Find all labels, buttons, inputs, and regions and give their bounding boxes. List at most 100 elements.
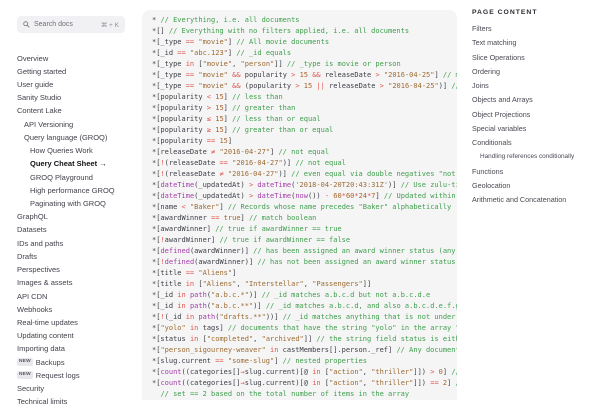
code-token: in — [177, 291, 185, 299]
code-token: == — [207, 137, 215, 145]
code-token: ] — [224, 104, 232, 112]
sidebar-item[interactable]: Query language (GROQ) — [0, 131, 142, 144]
code-token: path — [190, 302, 207, 310]
sidebar-item[interactable]: Drafts — [0, 250, 142, 263]
code-token: *[_type — [152, 71, 186, 79]
toc-item[interactable]: Conditionals — [472, 136, 574, 150]
code-block[interactable]: * // Everything, i.e. all documents*[] /… — [142, 10, 457, 400]
code-token: *[status — [152, 335, 190, 343]
sidebar-item[interactable]: Overview — [0, 52, 142, 65]
sidebar-item[interactable]: Security — [0, 382, 142, 395]
sidebar-item[interactable]: Technical limits — [0, 395, 142, 408]
toc-item[interactable]: Joins — [472, 79, 574, 93]
sidebar-item[interactable]: NEWRequest logs — [0, 369, 142, 382]
toc-item[interactable]: Object Projections — [472, 107, 574, 121]
sidebar-item-label: Updating content — [17, 331, 74, 340]
sidebar-item-label: Images & assets — [17, 278, 72, 287]
sidebar-item-label: Datasets — [17, 225, 47, 234]
sidebar-item[interactable]: GROQ Playground — [0, 170, 142, 183]
code-token: // _type is movie or person — [287, 60, 401, 68]
sidebar-item-label: Webhooks — [17, 305, 52, 314]
sidebar-item[interactable]: Sanity Studio — [0, 91, 142, 104]
code-token: 24 — [359, 192, 367, 200]
sidebar-item[interactable]: Real-time updates — [0, 316, 142, 329]
sidebar-item[interactable]: User guide — [0, 78, 142, 91]
toc-item[interactable]: Arithmetic and Concatenation — [472, 193, 574, 207]
code-token: "archived" — [262, 335, 304, 343]
code-token: "2016-04-27" — [219, 148, 270, 156]
code-line: *[] // Everything with no filters applie… — [152, 26, 457, 37]
code-line: *[popularity > 15] // greater than — [152, 103, 457, 114]
sidebar-item-label: User guide — [17, 80, 53, 89]
sidebar-item[interactable]: Perspectives — [0, 263, 142, 276]
sidebar-item[interactable]: API Versioning — [0, 118, 142, 131]
sidebar-item[interactable]: GraphQL — [0, 210, 142, 223]
toc-item-label: Ordering — [472, 67, 500, 76]
sidebar-item[interactable]: Importing data — [0, 342, 142, 355]
code-token: in — [177, 302, 185, 310]
sidebar-item[interactable]: Images & assets — [0, 276, 142, 289]
code-line: *[_id in path("a.b.c.**")] // _id matche… — [152, 301, 457, 312]
code-token: defined — [160, 247, 190, 255]
sidebar-item[interactable]: Content Lake — [0, 104, 142, 117]
code-token: && — [232, 71, 240, 79]
toc-item[interactable]: Slice Operations — [472, 50, 574, 64]
toc-item[interactable]: Special variables — [472, 121, 574, 135]
code-token: , — [236, 280, 244, 288]
code-token: "Aliens" — [198, 269, 232, 277]
sidebar-item-label: Real-time updates — [17, 318, 78, 327]
code-token: ))] — [266, 313, 283, 321]
sidebar-item-label: Perspectives — [17, 265, 60, 274]
sidebar-item[interactable]: Paginating with GROQ — [0, 197, 142, 210]
code-token: // greater than — [232, 104, 295, 112]
toc-item[interactable]: Geolocation — [472, 178, 574, 192]
sidebar-item[interactable]: Getting started — [0, 65, 142, 78]
search-input[interactable]: Search docs ⌘ + K — [17, 16, 125, 33]
search-shortcut: ⌘ + K — [101, 21, 119, 29]
sidebar-item[interactable]: NEWBackups — [0, 356, 142, 369]
code-token: defined — [165, 258, 195, 266]
sidebar-item-label: Importing data — [17, 344, 65, 353]
code-token: // d — [451, 368, 457, 376]
toc-item[interactable]: Functions — [472, 164, 574, 178]
code-token: "Baker" — [190, 203, 220, 211]
sidebar-item[interactable]: API CDN — [0, 289, 142, 302]
code-token: "some-slug" — [228, 357, 274, 365]
code-token: ] — [434, 71, 442, 79]
code-line: *[popularity < 15] // less than — [152, 92, 457, 103]
code-token: // _id matches a.b.c.d, and also a.b.c.d… — [266, 302, 457, 310]
toc-item-label: Special variables — [472, 124, 526, 133]
sidebar-nav: OverviewGetting started User guide Sanity … — [0, 52, 142, 408]
code-token: *[awardWinner] — [152, 225, 215, 233]
code-token: // greater than or equal — [232, 126, 333, 134]
code-token: // not equal — [278, 148, 329, 156]
sidebar-item[interactable]: How Queries Work — [0, 144, 142, 157]
code-token: && — [232, 82, 240, 90]
sidebar-item[interactable]: Datasets — [0, 223, 142, 236]
code-token: *[_id — [152, 302, 177, 310]
code-token: (popularity — [241, 82, 296, 90]
code-token: ] — [228, 137, 232, 145]
sidebar-item[interactable]: Updating content — [0, 329, 142, 342]
code-line: *[!(_id in path("drafts.**"))] // _id ma… — [152, 312, 457, 323]
toc-item[interactable]: Text matching — [472, 36, 574, 50]
code-token: "Aliens" — [203, 280, 237, 288]
code-token: *[awardWinner — [152, 214, 211, 222]
sidebar-item[interactable]: High performance GROQ — [0, 184, 142, 197]
code-token: "Interstellar" — [245, 280, 304, 288]
toc-item[interactable]: Filters — [472, 22, 574, 36]
code-token: // even equal via double negatives "not … — [291, 170, 457, 178]
sidebar-item[interactable]: IDs and paths — [0, 237, 142, 250]
code-token: dateTime — [160, 192, 194, 200]
toc-item[interactable]: Objects and Arrays — [472, 93, 574, 107]
sidebar-item-label: Query Cheat Sheet → — [30, 159, 107, 168]
code-token: )] — [278, 170, 291, 178]
code-token: slug.current)[@ — [245, 368, 312, 376]
sidebar-item[interactable]: Webhooks — [0, 303, 142, 316]
code-token: ((categories[] — [182, 379, 241, 387]
code-token: // true if awardWinner == true — [215, 225, 341, 233]
toc-item[interactable]: Ordering — [472, 64, 574, 78]
code-token: releaseDate — [325, 82, 380, 90]
toc-item[interactable]: Handling references conditionally — [472, 150, 574, 164]
sidebar-item[interactable]: Query Cheat Sheet → — [0, 157, 142, 170]
